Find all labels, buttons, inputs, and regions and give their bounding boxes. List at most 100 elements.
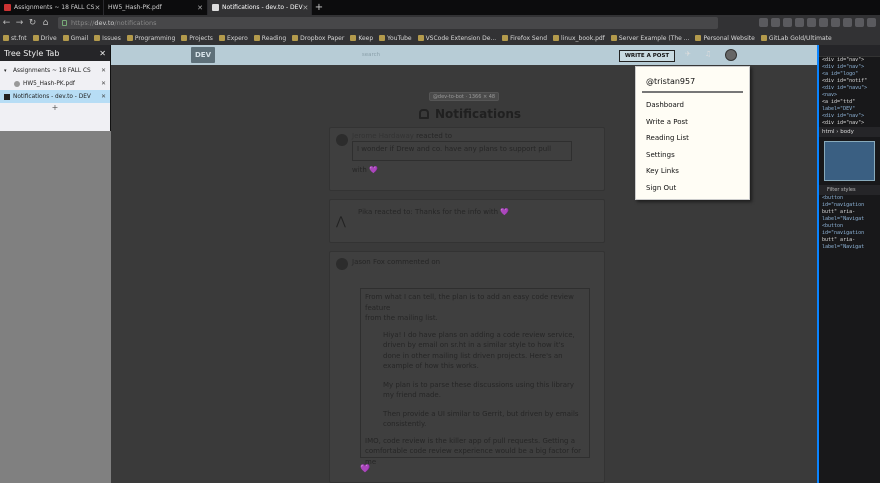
avatar[interactable] [725, 49, 737, 61]
bookmark-item[interactable]: Issues [94, 35, 121, 42]
bookmark-item[interactable]: Projects [181, 35, 213, 42]
bookmark-item[interactable]: st.fnt [3, 35, 27, 42]
close-icon[interactable]: ✕ [101, 94, 106, 100]
dom-node-line[interactable]: <div id="nav"> [819, 57, 880, 64]
dom-node-line[interactable]: <div id="nav"> [819, 120, 880, 127]
notification-card[interactable]: ⋀ Pika reacted to: Thanks for the info w… [329, 199, 605, 243]
devtools-breadcrumb[interactable]: html › body [819, 127, 880, 137]
dom-node-line[interactable]: butt" aria- [819, 237, 880, 244]
dom-node-line[interactable]: <div id="nav"> [819, 113, 880, 120]
close-icon[interactable]: ✕ [101, 81, 106, 87]
sidebar-tab-assignments[interactable]: ▾ Assignments ~ 18 FALL CS ✕ [0, 64, 110, 77]
dom-node-line[interactable]: id="navigation [819, 230, 880, 237]
folder-icon [94, 35, 101, 41]
bookmark-item[interactable]: Drive [32, 35, 57, 42]
bookmark-item[interactable]: GitLab Gold/Ultimate [760, 35, 832, 42]
folder-icon [62, 35, 69, 41]
dev-logo[interactable]: DEV [191, 47, 215, 63]
library-icon[interactable] [759, 18, 768, 27]
dropdown-username[interactable]: @tristan957 [636, 67, 749, 91]
dom-node-line[interactable]: <a id="ttd" [819, 99, 880, 106]
menu-item-reading-list[interactable]: Reading List [636, 130, 749, 147]
bookmark-item[interactable]: Server Example (The ... [610, 35, 689, 42]
bookmark-item[interactable]: Keep [350, 35, 373, 42]
menu-item-sign-out[interactable]: Sign Out [636, 180, 749, 197]
new-tab-button[interactable]: + [312, 0, 326, 15]
bookmark-item[interactable]: linux_book.pdf [553, 35, 605, 42]
notifications-bell-icon[interactable]: ♫ [705, 50, 715, 60]
dom-node-line[interactable]: id="navigation [819, 202, 880, 209]
extension-icon[interactable] [819, 18, 828, 27]
reload-icon[interactable]: ↻ [26, 18, 39, 28]
bookmark-item[interactable]: YouTube [379, 35, 412, 42]
bookmarks-toolbar: st.fnt Drive Gmail Issues Programming Project… [0, 31, 880, 45]
close-icon[interactable]: ✕ [101, 68, 106, 74]
sidebar-new-tab-button[interactable]: + [0, 103, 110, 112]
avatar[interactable] [336, 134, 348, 146]
lock-icon [62, 20, 67, 26]
bookmark-item[interactable]: Gmail [62, 35, 88, 42]
sidebar-tab-pdf[interactable]: HW5_Hash-PK.pdf ✕ [0, 77, 110, 90]
url-bar[interactable]: https://dev.to/notifications [58, 17, 718, 29]
dom-tree[interactable]: <div id="nav"> <div id="nav"> <a id="logo"… [819, 57, 880, 127]
notification-quote[interactable]: I wonder if Drew and co. have any plans … [352, 141, 572, 161]
close-icon[interactable]: ✕ [303, 4, 309, 12]
browser-tab-notifications[interactable]: Notifications - dev.to - DEV ✕ [208, 0, 312, 15]
browser-tab-assignments[interactable]: Assignments ~ 18 FALL CS ✕ [0, 0, 104, 15]
reaction-icon: ⋀ [336, 214, 346, 228]
extension-icon[interactable] [807, 18, 816, 27]
dom-node-line[interactable]: label="Navigat [819, 244, 880, 251]
menu-item-key-links[interactable]: Key Links [636, 163, 749, 180]
extension-icon[interactable] [795, 18, 804, 27]
menu-icon[interactable] [867, 18, 876, 27]
dom-node-line[interactable]: <div id="navu"> [819, 85, 880, 92]
folder-icon [32, 35, 39, 41]
dom-node-line[interactable]: label="DEV" [819, 106, 880, 113]
bookmark-item[interactable]: Expero [218, 35, 248, 42]
heart-icon[interactable]: 💜 [360, 464, 370, 473]
bookmark-item[interactable]: VSCode Extension De... [417, 35, 496, 42]
bookmark-item[interactable]: Reading [253, 35, 286, 42]
dom-node-line[interactable]: <div id="notif" [819, 78, 880, 85]
bookmark-item[interactable]: Personal Website [695, 35, 755, 42]
connect-icon[interactable]: ✈ [685, 50, 695, 60]
notification-card[interactable]: Jerome Hardaway reacted to I wonder if D… [329, 127, 605, 191]
size-banner: @dev-to-bot · 1366 × 48 [429, 92, 499, 101]
write-a-post-button[interactable]: WRITE A POST [619, 50, 675, 62]
dom-node-line[interactable]: butt" aria- [819, 209, 880, 216]
bookmark-item[interactable]: Firefox Send [502, 35, 547, 42]
close-sidebar-icon[interactable]: ✕ [99, 49, 106, 58]
dev-favicon-icon [4, 93, 10, 100]
browser-tab-pdf[interactable]: HW5_Hash-PK.pdf ✕ [104, 0, 208, 15]
twisty-icon[interactable]: ▾ [4, 68, 10, 74]
menu-item-settings[interactable]: Settings [636, 147, 749, 164]
close-icon[interactable]: ✕ [94, 4, 100, 12]
sidebar-icon[interactable] [771, 18, 780, 27]
extension-icon[interactable] [843, 18, 852, 27]
filter-styles-input[interactable]: Filter styles [819, 185, 880, 195]
dom-tree-lower[interactable]: <button id="navigation butt" aria-label="N… [819, 195, 880, 251]
dom-node-line[interactable]: <a id="logo" [819, 71, 880, 78]
close-icon[interactable]: ✕ [197, 4, 203, 12]
browser-tab-strip: Assignments ~ 18 FALL CS ✕ HW5_Hash-PK.pd… [0, 0, 880, 15]
home-icon[interactable]: ⌂ [39, 18, 52, 28]
search-input[interactable]: search [281, 49, 461, 61]
bookmark-item[interactable]: Dropbox Paper [292, 35, 344, 42]
dropdown-items: Dashboard Write a Post Reading List Sett… [636, 93, 749, 196]
avatar[interactable] [336, 258, 348, 270]
extension-icon[interactable] [831, 18, 840, 27]
menu-item-dashboard[interactable]: Dashboard [636, 97, 749, 114]
dom-node-line[interactable]: <button [819, 195, 880, 202]
forward-icon[interactable]: → [13, 18, 26, 28]
menu-item-write-post[interactable]: Write a Post [636, 114, 749, 131]
dom-node-line[interactable]: <div id="nav"> [819, 64, 880, 71]
sidebar-tab-notifications[interactable]: Notifications - dev.to - DEV ✕ [0, 90, 110, 103]
back-icon[interactable]: ← [0, 18, 13, 28]
bookmark-item[interactable]: Programming [126, 35, 175, 42]
dom-node-line[interactable]: <nav> [819, 92, 880, 99]
notification-card[interactable]: Jason Fox commented on From what I can t… [329, 251, 605, 483]
extension-icon[interactable] [855, 18, 864, 27]
dom-node-line[interactable]: <button [819, 223, 880, 230]
extension-icon[interactable] [783, 18, 792, 27]
dom-node-line[interactable]: label="Navigat [819, 216, 880, 223]
